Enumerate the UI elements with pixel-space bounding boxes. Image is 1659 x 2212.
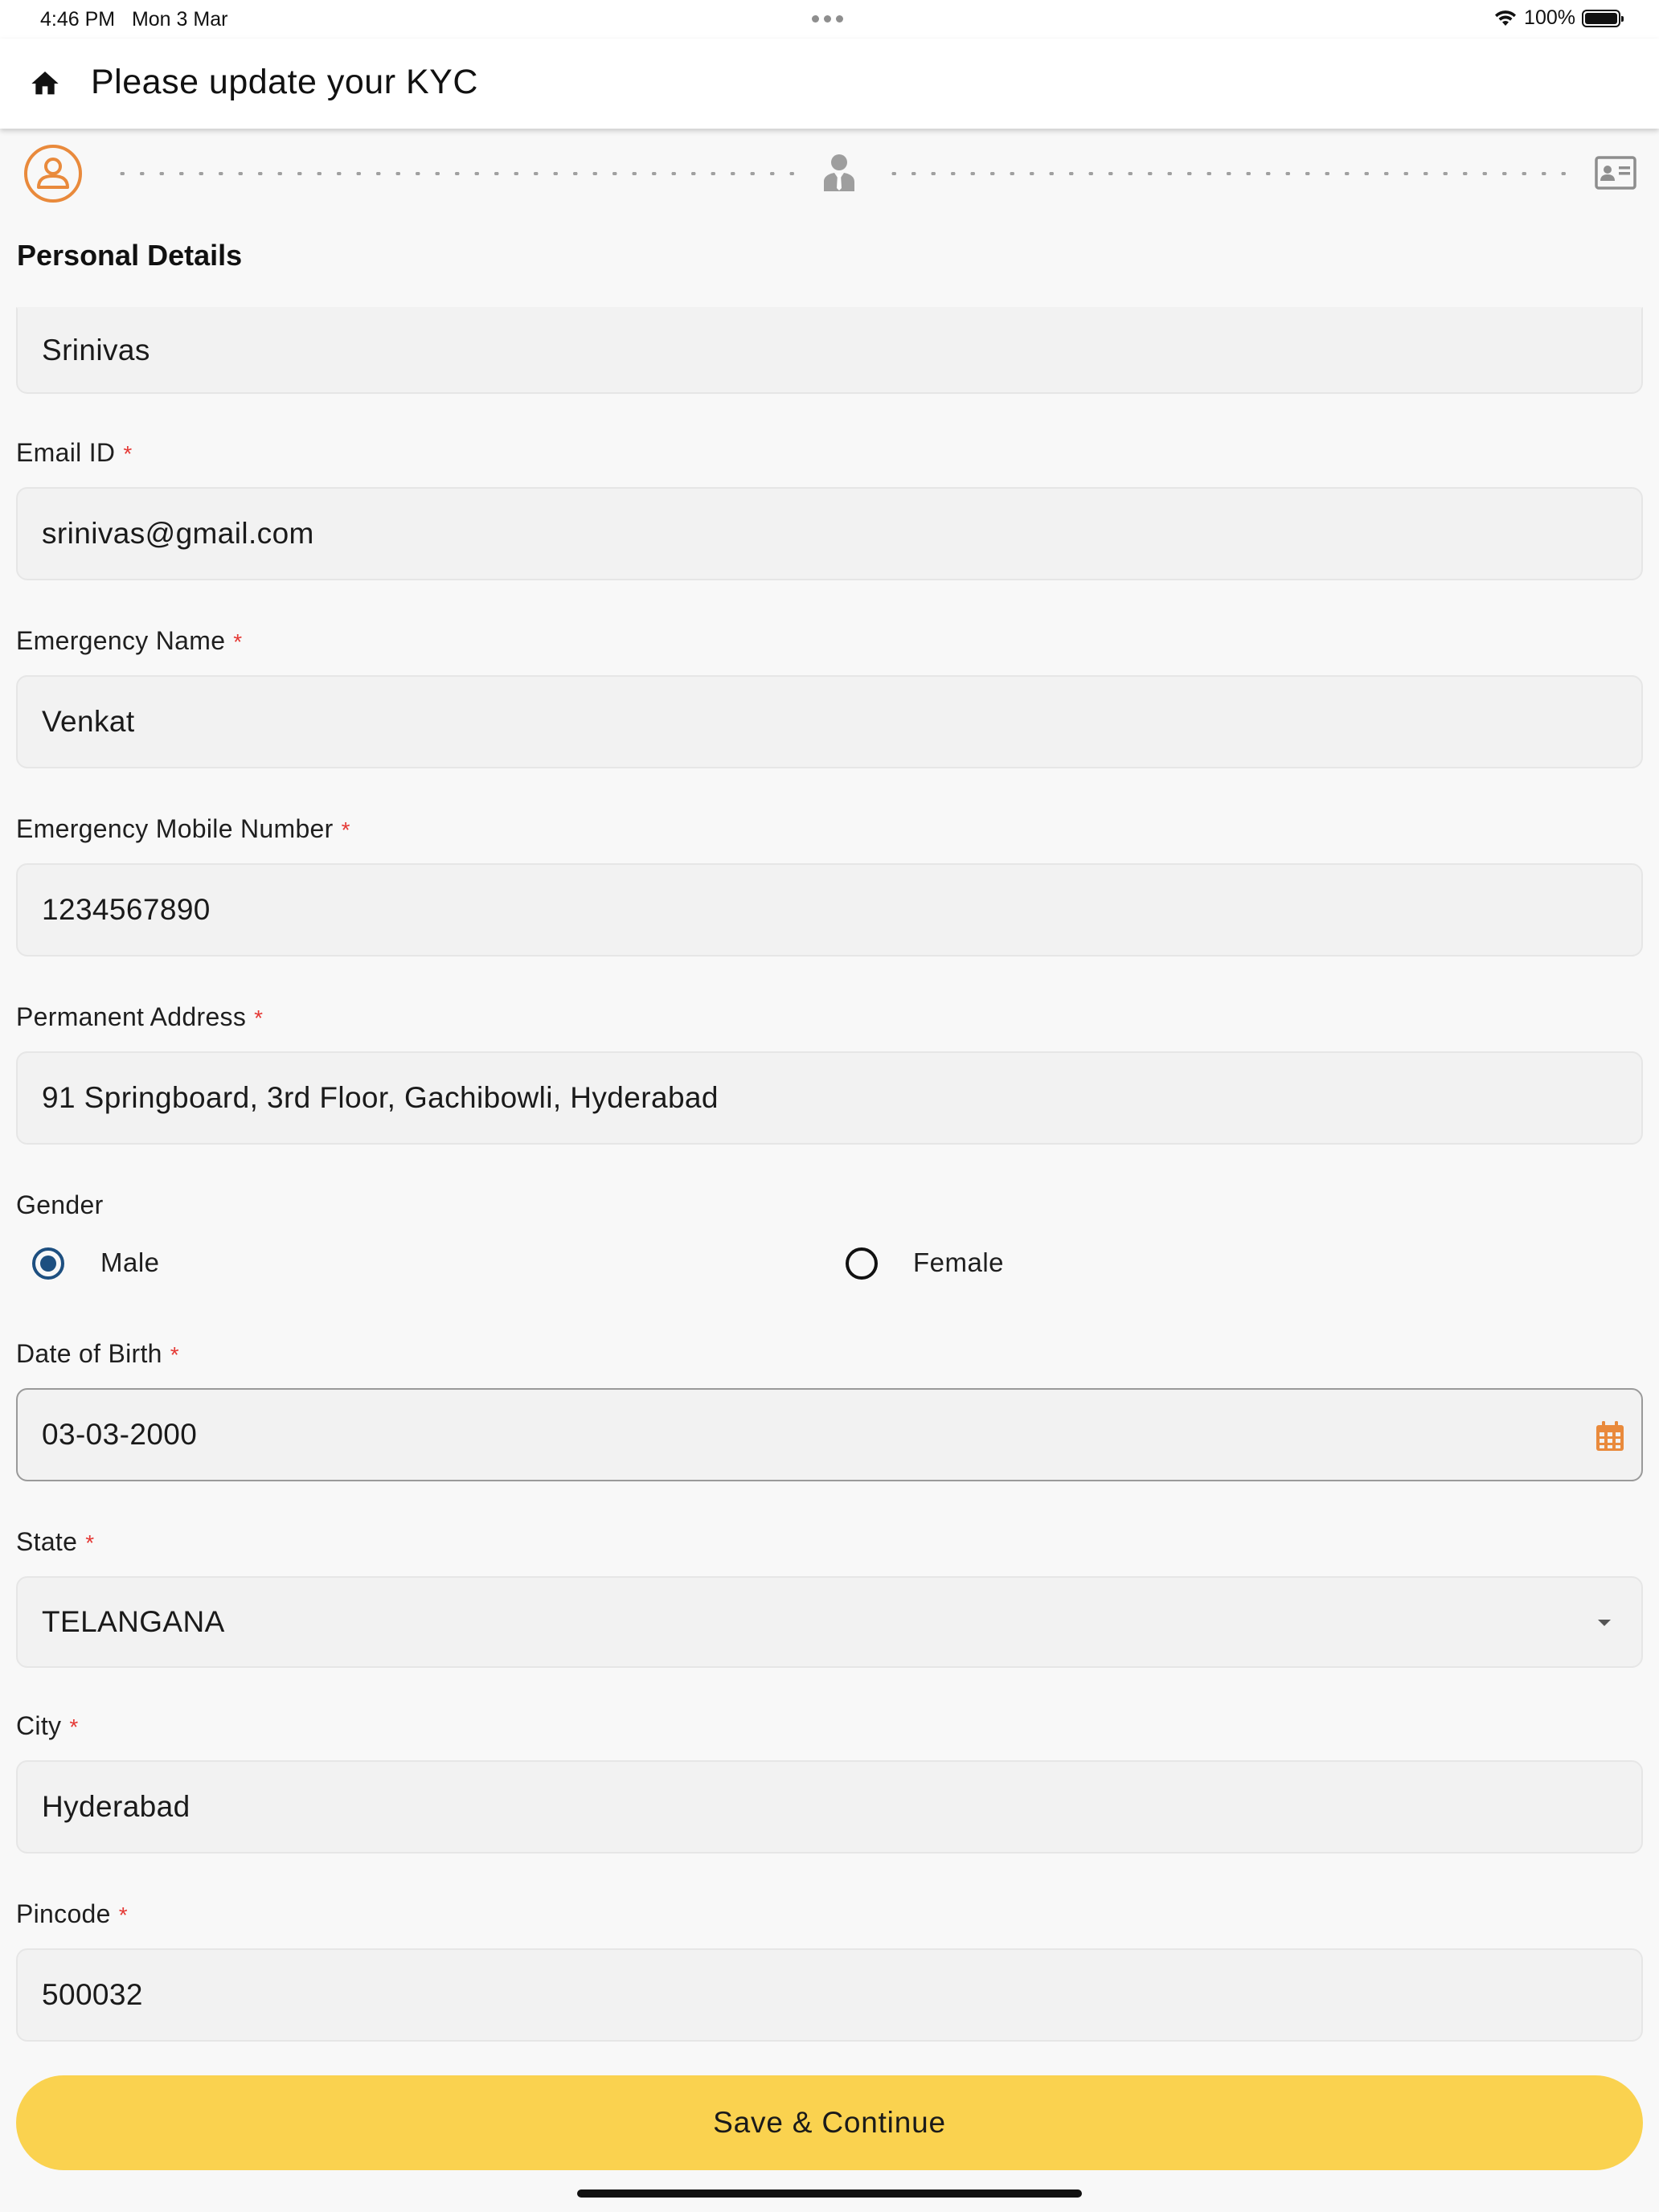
gender-option-female-label[interactable]: Female xyxy=(913,1247,1004,1278)
emergency-mobile-value: 1234567890 xyxy=(42,893,211,926)
emergency-name-label: Emergency Name * xyxy=(16,626,243,655)
permanent-address-input[interactable]: 91 Springboard, 3rd Floor, Gachibowli, H… xyxy=(16,1051,1643,1145)
chevron-down-icon[interactable] xyxy=(1598,1620,1611,1626)
required-marker: * xyxy=(254,1006,264,1030)
email-label: Email ID * xyxy=(16,438,133,467)
pincode-value: 500032 xyxy=(42,1978,143,2011)
page-title: Please update your KYC xyxy=(91,63,478,101)
name-value: Srinivas xyxy=(42,334,150,367)
city-value: Hyderabad xyxy=(42,1790,190,1823)
save-continue-button[interactable]: Save & Continue xyxy=(16,2075,1643,2170)
city-input[interactable]: Hyderabad xyxy=(16,1760,1643,1854)
gender-option-male-label[interactable]: Male xyxy=(100,1247,160,1278)
emergency-name-value: Venkat xyxy=(42,705,135,738)
wifi-icon xyxy=(1495,10,1517,26)
email-input[interactable]: srinivas@gmail.com xyxy=(16,487,1643,580)
state-select[interactable]: TELANGANA xyxy=(16,1576,1643,1668)
person-icon[interactable] xyxy=(23,143,84,204)
battery-icon xyxy=(1582,9,1624,27)
kyc-stepper xyxy=(0,138,1659,211)
city-label: City * xyxy=(16,1711,79,1740)
stepper-connector-1 xyxy=(113,172,797,175)
app-bar: Please update your KYC xyxy=(0,39,1659,129)
required-marker: * xyxy=(233,629,243,654)
permanent-address-label: Permanent Address * xyxy=(16,1002,264,1031)
required-marker: * xyxy=(170,1342,179,1367)
required-marker: * xyxy=(69,1714,79,1739)
status-indicators: 100% xyxy=(1493,6,1624,30)
dob-label: Date of Birth * xyxy=(16,1339,179,1368)
required-marker: * xyxy=(123,441,133,466)
gender-radio-male[interactable] xyxy=(32,1247,64,1280)
emergency-mobile-input[interactable]: 1234567890 xyxy=(16,863,1643,956)
dob-input[interactable]: 03-03-2000 xyxy=(16,1388,1643,1481)
stepper-connector-2 xyxy=(884,172,1569,175)
pincode-input[interactable]: 500032 xyxy=(16,1948,1643,2042)
multitasking-dots-icon[interactable] xyxy=(812,15,843,23)
name-input[interactable]: Srinivas xyxy=(16,307,1643,394)
pincode-label: Pincode * xyxy=(16,1899,128,1928)
state-value: TELANGANA xyxy=(42,1605,225,1638)
status-date: Mon 3 Mar xyxy=(131,8,228,31)
home-icon[interactable] xyxy=(29,68,61,100)
permanent-address-value: 91 Springboard, 3rd Floor, Gachibowli, H… xyxy=(42,1081,719,1114)
employee-icon[interactable] xyxy=(821,153,857,193)
status-time: 4:46 PM Mon 3 Mar xyxy=(40,8,227,31)
emergency-mobile-label: Emergency Mobile Number * xyxy=(16,814,350,843)
gender-label: Gender xyxy=(16,1190,104,1219)
gender-radio-female[interactable] xyxy=(846,1247,878,1280)
gender-options: Male Female xyxy=(16,1238,1643,1289)
dob-value: 03-03-2000 xyxy=(42,1418,198,1451)
required-marker: * xyxy=(118,1903,128,1927)
state-label: State * xyxy=(16,1527,95,1556)
required-marker: * xyxy=(85,1530,95,1555)
section-title: Personal Details xyxy=(17,239,243,272)
email-value: srinivas@gmail.com xyxy=(42,517,314,550)
status-bar: 4:46 PM Mon 3 Mar 100% xyxy=(0,0,1659,39)
status-clock: 4:46 PM xyxy=(40,8,116,31)
home-indicator[interactable] xyxy=(577,2189,1082,2198)
calendar-icon[interactable] xyxy=(1595,1420,1625,1452)
id-card-icon[interactable] xyxy=(1595,156,1636,190)
required-marker: * xyxy=(341,817,350,842)
emergency-name-input[interactable]: Venkat xyxy=(16,675,1643,768)
battery-percent: 100% xyxy=(1524,6,1575,29)
